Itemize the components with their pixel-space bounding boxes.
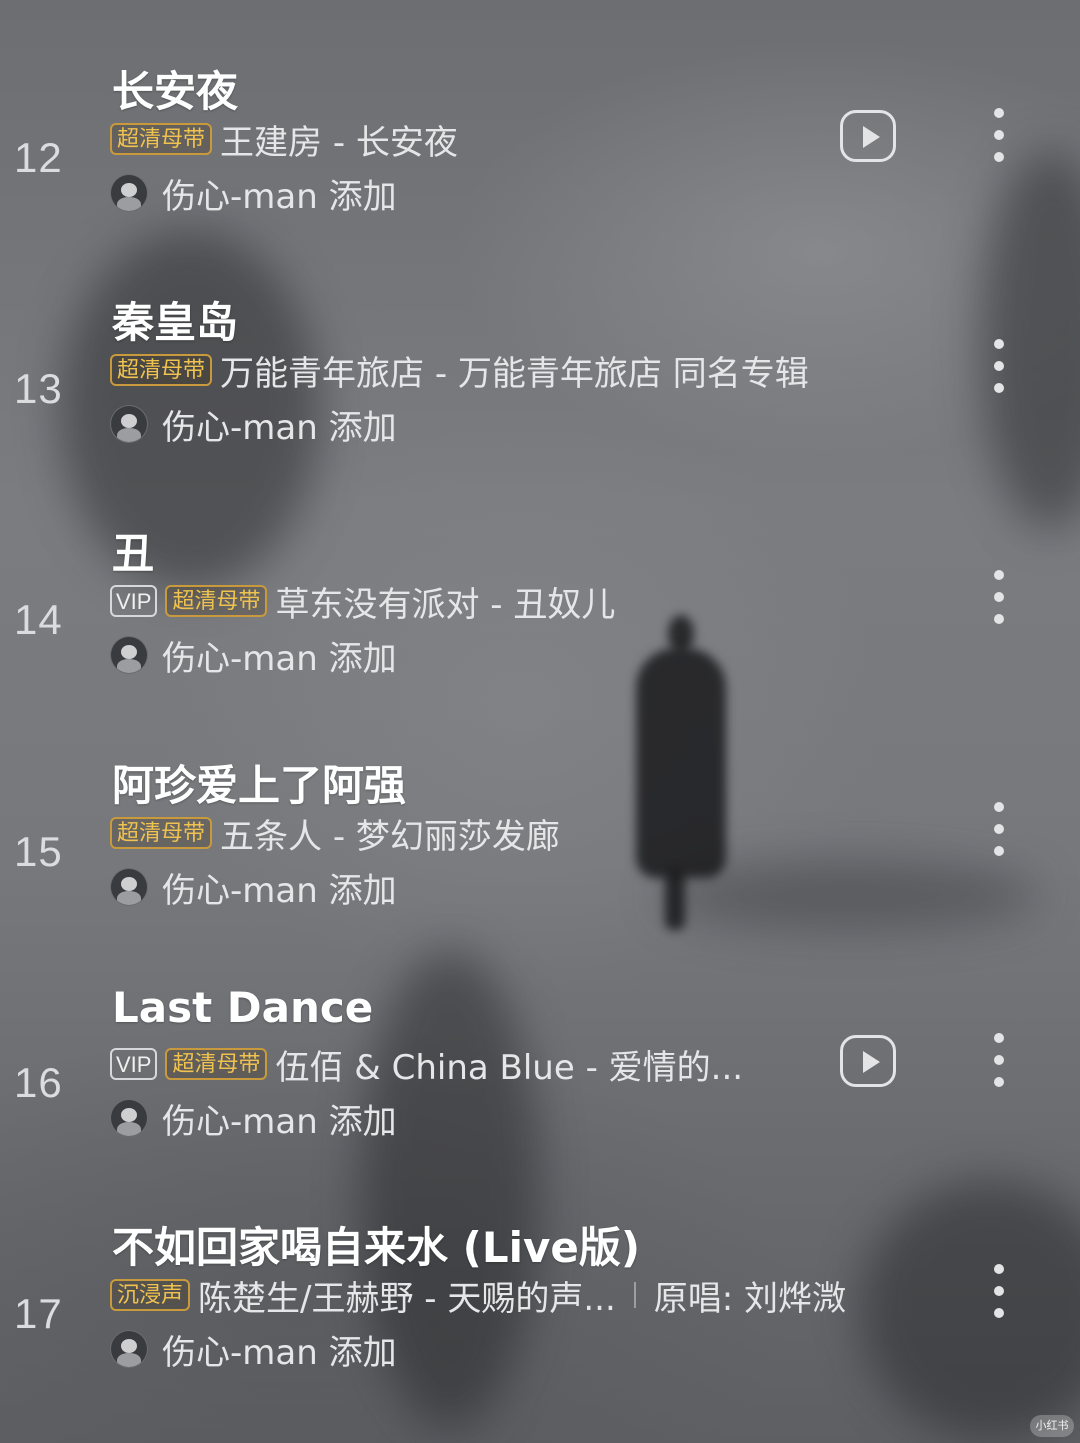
more-dot (994, 592, 1004, 602)
song-title: 丑 (112, 529, 155, 578)
more-dot (994, 846, 1004, 856)
user-avatar[interactable] (110, 405, 148, 443)
more-dot (994, 1308, 1004, 1318)
user-avatar[interactable] (110, 174, 148, 212)
more-dot (994, 1033, 1004, 1043)
artist-album-text: 伍佰 & China Blue - 爱情的... (275, 1047, 744, 1088)
artist-album-text: 万能青年旅店 - 万能青年旅店 同名专辑 (220, 353, 809, 394)
song-meta: VIP 超清母带 草东没有派对 - 丑奴儿 (110, 578, 616, 625)
more-vertical-icon[interactable] (988, 339, 1012, 399)
user-avatar[interactable] (110, 636, 148, 674)
song-list: 12 长安夜 超清母带 王建房 - 长安夜 伤心-man 添加 13 秦皇岛 超清母带 万能青年… (0, 0, 1080, 1443)
song-index: 13 (14, 365, 63, 412)
song-title: 长安夜 (112, 67, 239, 116)
song-row[interactable]: 16 Last Dance VIP 超清母带 伍佰 & China Blue - 爱情的… (0, 983, 1080, 1183)
added-by-text: 伤心-man 添加 (162, 407, 397, 448)
quality-badge: 超清母带 (165, 585, 268, 617)
more-vertical-icon[interactable] (988, 1264, 1012, 1324)
artist-album-text: 五条人 - 梦幻丽莎发廊 (220, 816, 560, 857)
meta-divider (633, 1282, 636, 1308)
added-by: 伤心-man 添加 (110, 864, 397, 911)
song-title: Last Dance (112, 983, 374, 1032)
song-index: 15 (14, 828, 63, 875)
quality-badge: 沉浸声 (110, 1279, 191, 1311)
added-by-text: 伤心-man 添加 (162, 1101, 397, 1142)
added-by-text: 伤心-man 添加 (162, 870, 397, 911)
added-by-text: 伤心-man 添加 (162, 1332, 397, 1373)
more-dot (994, 383, 1004, 393)
play-triangle-icon (863, 1051, 880, 1073)
more-dot (994, 1264, 1004, 1274)
more-dot (994, 152, 1004, 162)
more-dot (994, 1055, 1004, 1065)
song-index: 14 (14, 596, 63, 643)
song-meta: VIP 超清母带 伍佰 & China Blue - 爱情的... (110, 1041, 744, 1088)
vip-badge: VIP (110, 1048, 158, 1080)
quality-badge: 超清母带 (110, 123, 213, 155)
song-meta: 超清母带 王建房 - 长安夜 (110, 116, 458, 163)
song-meta: 沉浸声 陈楚生/王赫野 - 天赐的声... 原唱: 刘烨溦 (110, 1272, 847, 1319)
song-row[interactable]: 17 不如回家喝自来水 (Live版) 沉浸声 陈楚生/王赫野 - 天赐的声... 原唱… (0, 1214, 1080, 1414)
quality-badge: 超清母带 (165, 1048, 268, 1080)
vip-badge: VIP (110, 585, 158, 617)
play-triangle-icon (863, 126, 880, 148)
play-video-icon[interactable] (840, 110, 896, 162)
song-title: 不如回家喝自来水 (Live版) (112, 1223, 641, 1272)
song-row[interactable]: 12 长安夜 超清母带 王建房 - 长安夜 伤心-man 添加 (0, 58, 1080, 258)
added-by: 伤心-man 添加 (110, 1095, 397, 1142)
more-dot (994, 361, 1004, 371)
added-by: 伤心-man 添加 (110, 1326, 397, 1373)
song-row[interactable]: 15 阿珍爱上了阿强 超清母带 五条人 - 梦幻丽莎发廊 伤心-man 添加 (0, 752, 1080, 952)
more-vertical-icon[interactable] (988, 1033, 1012, 1093)
user-avatar[interactable] (110, 1330, 148, 1368)
song-meta: 超清母带 五条人 - 梦幻丽莎发廊 (110, 810, 560, 857)
more-dot (994, 1286, 1004, 1296)
more-dot (994, 339, 1004, 349)
song-row[interactable]: 13 秦皇岛 超清母带 万能青年旅店 - 万能青年旅店 同名专辑 伤心-man 添加 (0, 289, 1080, 489)
added-by-text: 伤心-man 添加 (162, 638, 397, 679)
artist-album-text: 陈楚生/王赫野 - 天赐的声... (198, 1278, 616, 1319)
song-index: 17 (14, 1290, 63, 1337)
artist-album-text: 王建房 - 长安夜 (220, 122, 458, 163)
added-by: 伤心-man 添加 (110, 170, 397, 217)
added-by-text: 伤心-man 添加 (162, 176, 397, 217)
quality-badge: 超清母带 (110, 817, 213, 849)
more-dot (994, 130, 1004, 140)
watermark-logo: 小红书 (1030, 1415, 1074, 1437)
play-video-icon[interactable] (840, 1035, 896, 1087)
more-dot (994, 1077, 1004, 1087)
original-singer-text: 原唱: 刘烨溦 (653, 1278, 847, 1319)
added-by: 伤心-man 添加 (110, 632, 397, 679)
more-dot (994, 824, 1004, 834)
song-index: 12 (14, 134, 63, 181)
user-avatar[interactable] (110, 1099, 148, 1137)
song-row[interactable]: 14 丑 VIP 超清母带 草东没有派对 - 丑奴儿 伤心-man 添加 (0, 520, 1080, 720)
more-vertical-icon[interactable] (988, 570, 1012, 630)
song-index: 16 (14, 1059, 63, 1106)
more-dot (994, 614, 1004, 624)
song-meta: 超清母带 万能青年旅店 - 万能青年旅店 同名专辑 (110, 347, 809, 394)
added-by: 伤心-man 添加 (110, 401, 397, 448)
song-title: 秦皇岛 (112, 298, 239, 347)
more-vertical-icon[interactable] (988, 802, 1012, 862)
more-vertical-icon[interactable] (988, 108, 1012, 168)
song-title: 阿珍爱上了阿强 (112, 761, 407, 810)
artist-album-text: 草东没有派对 - 丑奴儿 (275, 584, 616, 625)
more-dot (994, 108, 1004, 118)
quality-badge: 超清母带 (110, 354, 213, 386)
more-dot (994, 802, 1004, 812)
user-avatar[interactable] (110, 868, 148, 906)
more-dot (994, 570, 1004, 580)
